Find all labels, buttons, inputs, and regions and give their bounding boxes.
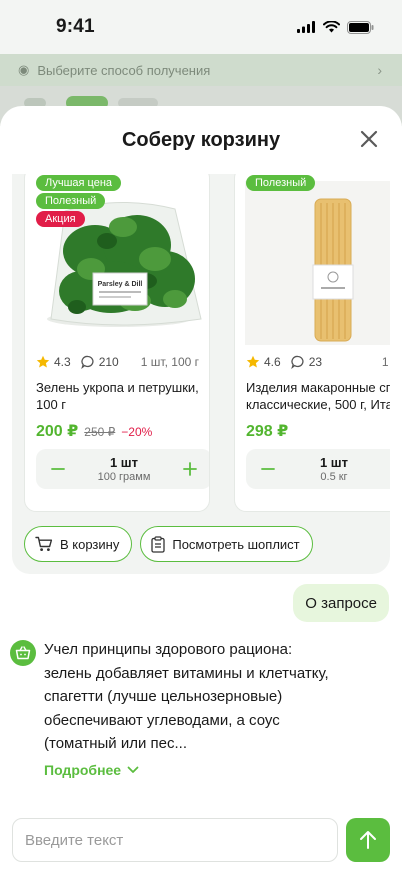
product-name-line: 100 г bbox=[36, 397, 67, 412]
product-image-pasta bbox=[245, 181, 390, 345]
recommendation-block: Лучшая цена Полезный Акция Parsley & Dil… bbox=[12, 174, 390, 574]
product-meta: 4.6 23 1 шт, bbox=[246, 355, 390, 369]
product-unit: 1 шт, 100 г bbox=[140, 355, 199, 369]
status-icons bbox=[297, 20, 374, 34]
cart-icon bbox=[35, 536, 53, 551]
minus-icon bbox=[51, 468, 65, 470]
read-more-link[interactable]: Подробнее bbox=[44, 762, 139, 778]
view-shopping-list-label: Посмотреть шоплист bbox=[172, 536, 300, 552]
product-reviews: 23 bbox=[290, 355, 323, 369]
decrease-button[interactable] bbox=[258, 459, 278, 479]
assistant-avatar bbox=[10, 640, 36, 666]
clipboard-icon bbox=[151, 535, 165, 553]
tag-best-price: Лучшая цена bbox=[36, 175, 122, 191]
location-icon: ◉ bbox=[18, 62, 30, 77]
comment-icon bbox=[290, 355, 304, 369]
comment-icon bbox=[80, 355, 94, 369]
sheet-title: Соберу корзину bbox=[121, 128, 281, 151]
quantity-display: 1 шт 0.5 кг bbox=[320, 455, 348, 483]
product-name-line: Изделия макаронные спа bbox=[246, 380, 390, 395]
quantity-stepper: 1 шт 0.5 кг bbox=[246, 449, 390, 489]
rating-value: 4.6 bbox=[264, 355, 281, 369]
read-more-label: Подробнее bbox=[44, 762, 122, 778]
signal-icon bbox=[297, 21, 315, 33]
message-input[interactable] bbox=[25, 831, 325, 849]
product-rating: 4.6 bbox=[246, 355, 281, 369]
quantity-value: 1 шт bbox=[109, 455, 139, 470]
decrease-button[interactable] bbox=[48, 459, 68, 479]
product-name-line: Зелень укропа и петрушки, bbox=[36, 380, 199, 395]
chevron-down-icon bbox=[127, 766, 139, 773]
plus-icon bbox=[183, 462, 197, 476]
star-icon bbox=[36, 355, 50, 368]
product-price: 200 ₽ bbox=[36, 423, 79, 440]
wifi-icon bbox=[323, 21, 340, 33]
product-name[interactable]: Изделия макаронные спа классические, 500… bbox=[246, 379, 390, 413]
reviews-count: 210 bbox=[98, 355, 119, 369]
cart-assistant-sheet: Соберу корзину Лучшая цена Полезный Акци… bbox=[0, 106, 402, 874]
chevron-right-icon: › bbox=[377, 62, 382, 78]
price-row: 200 ₽ 250 ₽ −20% bbox=[36, 421, 152, 441]
rating-value: 4.3 bbox=[54, 355, 71, 369]
user-message-bubble[interactable]: О запросе bbox=[293, 584, 389, 622]
product-rating: 4.3 bbox=[36, 355, 71, 369]
product-card[interactable]: Полезный 4.6 23 1 Изделия макаронные спа… bbox=[234, 174, 390, 512]
product-tags: Лучшая цена Полезный Акция bbox=[36, 175, 122, 227]
recommendation-actions: В корзину Посмотреть шоплист bbox=[24, 526, 313, 562]
product-price: 298 ₽ bbox=[246, 423, 289, 440]
product-name[interactable]: Зелень укропа и петрушки, 100 г bbox=[36, 379, 209, 413]
quantity-weight: 100 грамм bbox=[97, 471, 151, 483]
product-tags: Полезный bbox=[246, 175, 316, 191]
delivery-banner-text: Выберите способ получения bbox=[37, 62, 211, 78]
product-card[interactable]: Лучшая цена Полезный Акция Parsley & Dil… bbox=[24, 174, 210, 512]
product-reviews: 210 bbox=[80, 355, 119, 369]
add-to-cart-label: В корзину bbox=[60, 536, 120, 552]
arrow-up-icon bbox=[360, 831, 376, 849]
basket-icon bbox=[15, 646, 31, 660]
sheet-header: Соберу корзину bbox=[0, 106, 402, 174]
quantity-value: 1 шт bbox=[319, 455, 349, 470]
price-row: 298 ₽ bbox=[246, 421, 288, 441]
quantity-display: 1 шт 100 грамм bbox=[98, 455, 151, 483]
product-unit: 1 шт, bbox=[381, 355, 390, 369]
minus-icon bbox=[261, 468, 275, 470]
message-input-field bbox=[12, 818, 338, 862]
status-bar: 9:41 bbox=[0, 0, 402, 54]
send-button[interactable] bbox=[346, 818, 390, 862]
quantity-stepper: 1 шт 100 грамм bbox=[36, 449, 209, 489]
battery-icon bbox=[347, 20, 374, 34]
delivery-banner: ◉ Выберите способ получения › bbox=[0, 54, 402, 86]
close-icon[interactable] bbox=[358, 128, 380, 150]
tag-healthy: Полезный bbox=[246, 175, 316, 191]
product-discount: −20% bbox=[121, 425, 153, 439]
product-name-line: классические, 500 г, Итал bbox=[246, 397, 390, 412]
tag-healthy: Полезный bbox=[36, 193, 106, 209]
increase-button[interactable] bbox=[180, 459, 200, 479]
assistant-message-text: Учел принципы здорового рациона: зелень … bbox=[44, 641, 329, 752]
status-time: 9:41 bbox=[56, 16, 95, 37]
add-to-cart-button[interactable]: В корзину bbox=[24, 526, 133, 562]
tag-sale: Акция bbox=[36, 211, 85, 227]
reviews-count: 23 bbox=[308, 355, 323, 369]
product-carousel[interactable]: Лучшая цена Полезный Акция Parsley & Dil… bbox=[12, 174, 390, 514]
package-label: Parsley & Dill bbox=[98, 281, 143, 288]
quantity-weight: 0.5 кг bbox=[320, 471, 348, 483]
view-shopping-list-button[interactable]: Посмотреть шоплист bbox=[140, 526, 313, 562]
star-icon bbox=[246, 355, 260, 368]
product-meta: 4.3 210 1 шт, 100 г bbox=[36, 355, 199, 369]
product-old-price: 250 ₽ bbox=[84, 425, 116, 439]
